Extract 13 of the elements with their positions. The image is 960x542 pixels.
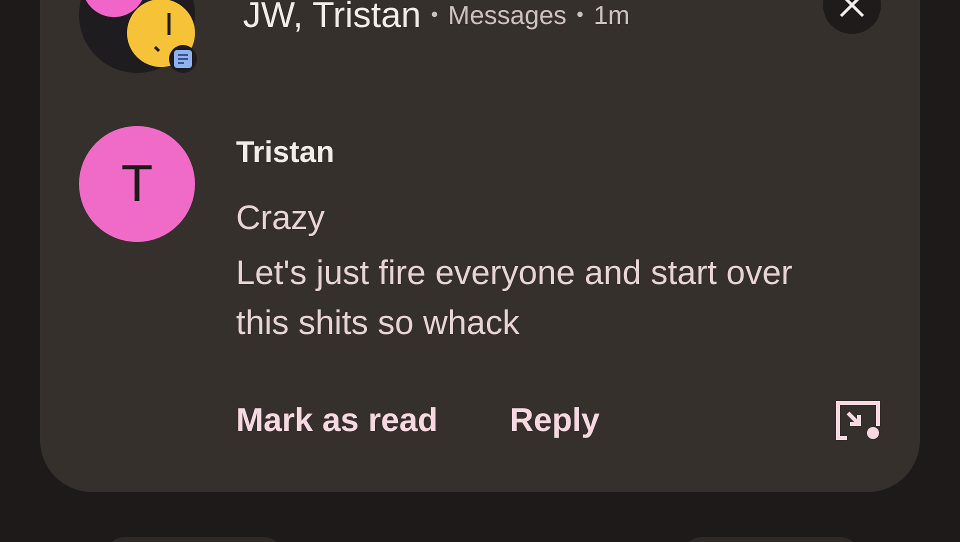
action-button[interactable]: Reply — [510, 400, 600, 440]
notification-meta: 1m — [594, 0, 630, 30]
message-text: Let's just fire everyone and start over this shits so whack — [236, 253, 792, 344]
conversation-title: JW, Tristan — [243, 0, 422, 36]
pop-out-icon — [835, 400, 881, 440]
notification-meta: Messages — [448, 0, 567, 30]
separator-dot: • — [431, 4, 438, 26]
expand-button[interactable] — [835, 400, 881, 440]
separator-dot: • — [576, 4, 584, 26]
contact-avatar: T — [79, 126, 195, 242]
sender-name: Tristan — [236, 135, 336, 171]
message-text: Crazy — [236, 198, 326, 239]
action-button[interactable]: Mark as read — [236, 400, 438, 440]
